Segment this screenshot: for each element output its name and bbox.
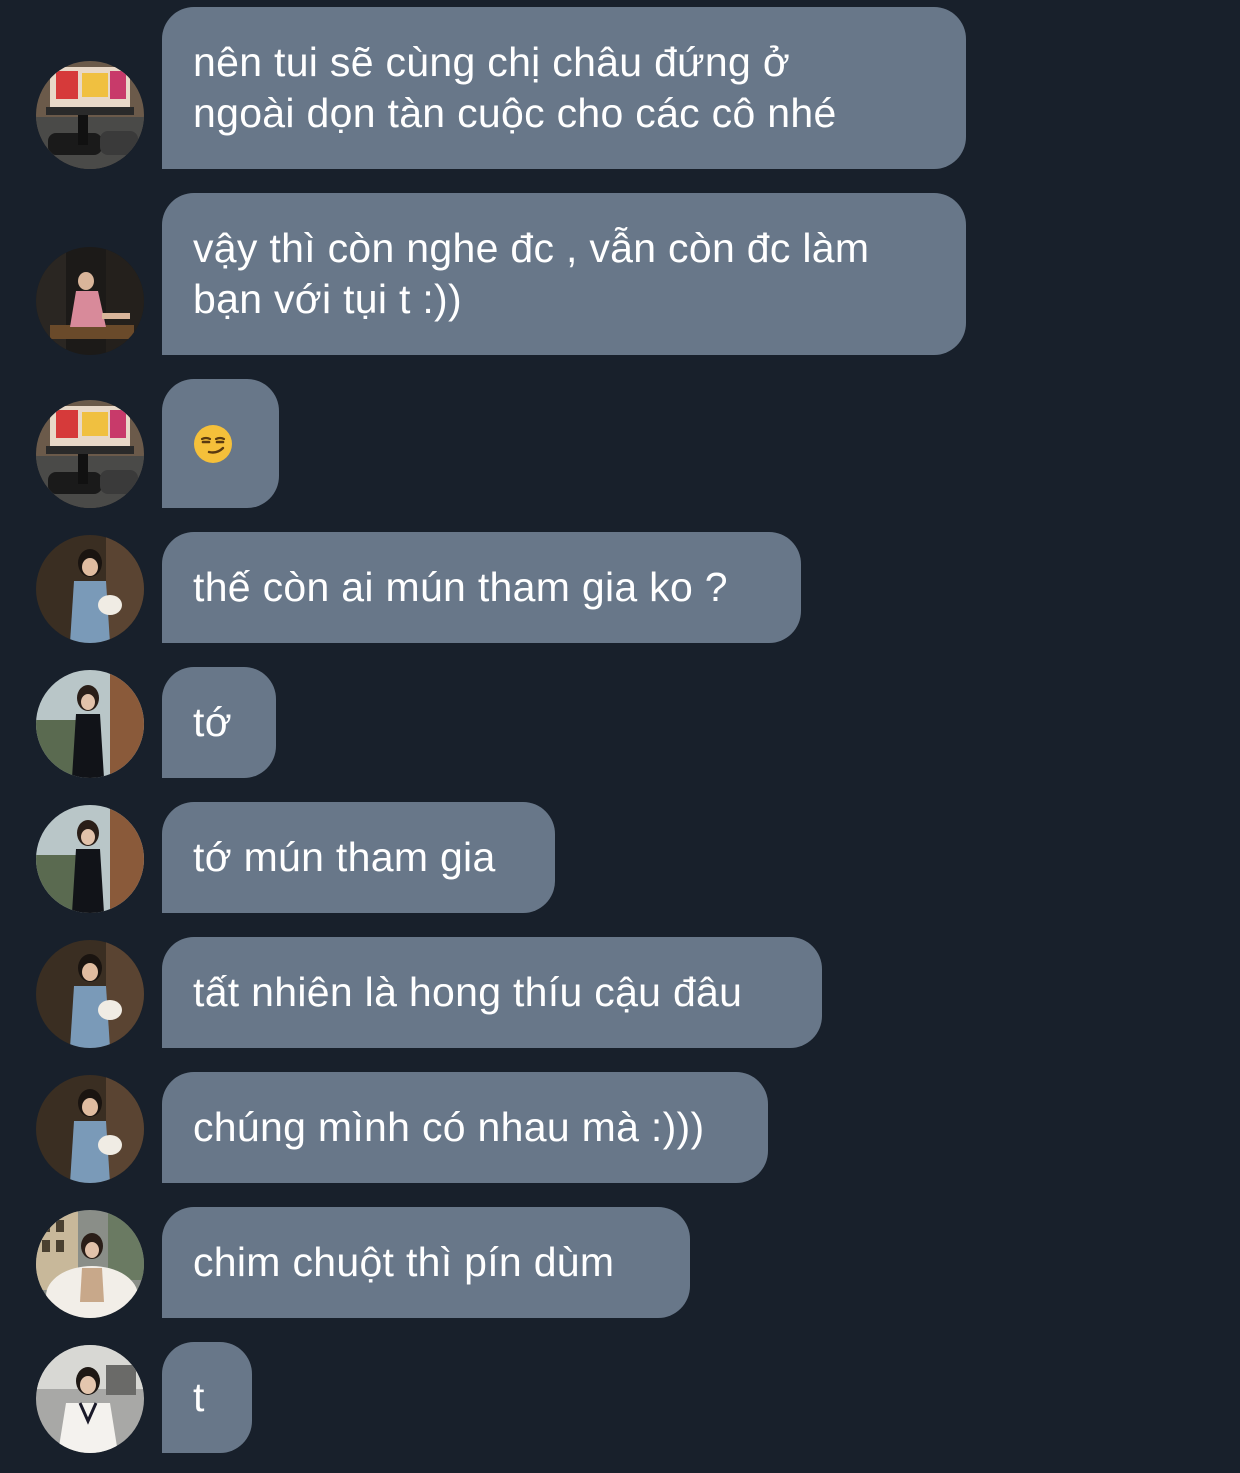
avatar[interactable] (36, 940, 144, 1048)
message-text: tớ mún tham gia (193, 834, 496, 880)
message-bubble[interactable]: thế còn ai mún tham gia ko ? (162, 532, 801, 643)
message-text: vậy thì còn nghe đc , vẫn còn đc làm bạn… (193, 225, 870, 322)
message-text: nên tui sẽ cùng chị châu đứng ở ngoài dọ… (193, 39, 837, 136)
avatar[interactable] (36, 1210, 144, 1318)
message-text: chim chuột thì pín dùm (193, 1239, 615, 1285)
message-bubble[interactable]: t (162, 1342, 252, 1453)
avatar[interactable] (36, 400, 144, 508)
message-text: tớ (193, 699, 232, 745)
avatar[interactable] (36, 1345, 144, 1453)
message-row: vậy thì còn nghe đc , vẫn còn đc làm bạn… (0, 193, 1240, 355)
message-bubble[interactable]: tất nhiên là hong thíu cậu đâu (162, 937, 822, 1048)
message-text: chúng mình có nhau mà :))) (193, 1104, 705, 1150)
message-row: chim chuột thì pín dùm (0, 1207, 1240, 1318)
avatar[interactable] (36, 535, 144, 643)
message-row (0, 379, 1240, 508)
smirking-face-icon (193, 424, 233, 464)
message-row: tớ mún tham gia (0, 802, 1240, 913)
avatar[interactable] (36, 247, 144, 355)
avatar[interactable] (36, 670, 144, 778)
message-row: thế còn ai mún tham gia ko ? (0, 532, 1240, 643)
message-bubble[interactable]: nên tui sẽ cùng chị châu đứng ở ngoài dọ… (162, 7, 966, 169)
message-bubble[interactable]: vậy thì còn nghe đc , vẫn còn đc làm bạn… (162, 193, 966, 355)
message-row: chúng mình có nhau mà :))) (0, 1072, 1240, 1183)
message-row: tớ (0, 667, 1240, 778)
message-text: thế còn ai mún tham gia ko ? (193, 564, 728, 610)
message-text: tất nhiên là hong thíu cậu đâu (193, 969, 743, 1015)
message-bubble[interactable]: chim chuột thì pín dùm (162, 1207, 690, 1318)
avatar[interactable] (36, 61, 144, 169)
message-row: nên tui sẽ cùng chị châu đứng ở ngoài dọ… (0, 7, 1240, 169)
message-row: tất nhiên là hong thíu cậu đâu (0, 937, 1240, 1048)
message-row: t (0, 1342, 1240, 1453)
message-text: t (193, 1374, 205, 1420)
avatar[interactable] (36, 1075, 144, 1183)
message-bubble[interactable] (162, 379, 279, 508)
message-bubble[interactable]: chúng mình có nhau mà :))) (162, 1072, 768, 1183)
message-bubble[interactable]: tớ (162, 667, 276, 778)
message-bubble[interactable]: tớ mún tham gia (162, 802, 555, 913)
avatar[interactable] (36, 805, 144, 913)
chat-message-list[interactable]: nên tui sẽ cùng chị châu đứng ở ngoài dọ… (0, 0, 1240, 1473)
